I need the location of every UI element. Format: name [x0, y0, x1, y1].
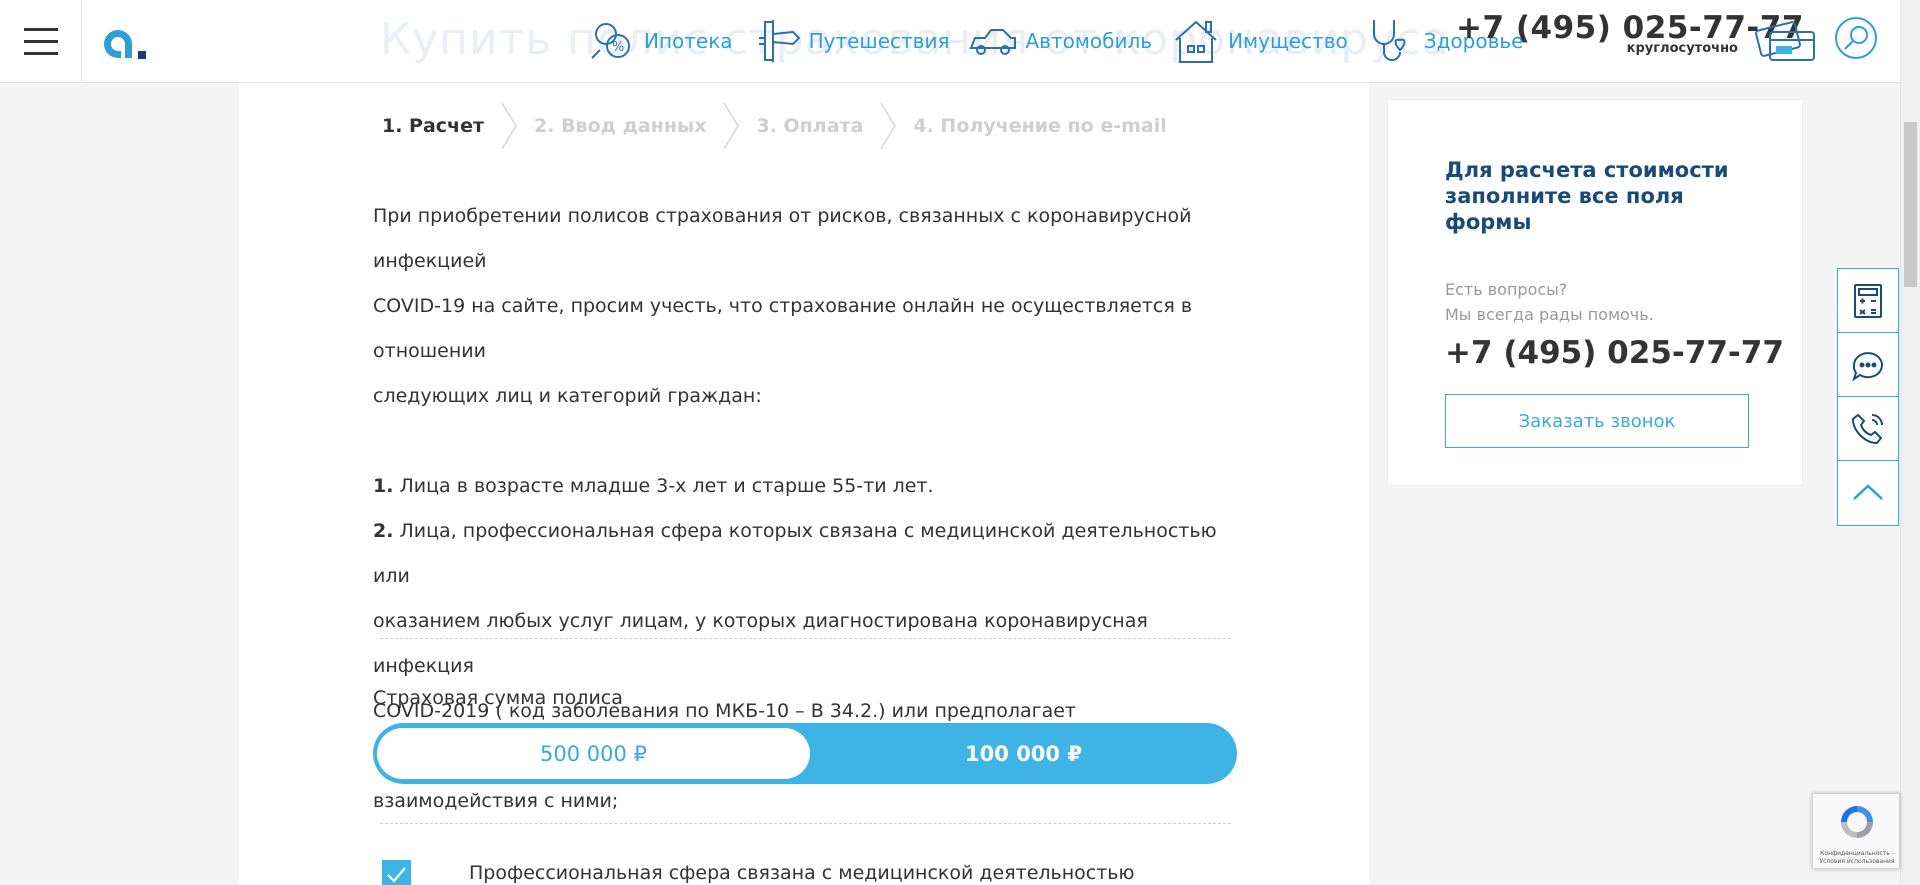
notice-line: COVID-19 на сайте, просим учесть, что ст… [373, 295, 1193, 362]
item-number: 2. [373, 520, 394, 542]
site-header: Купить полис страхования от коронавируса… [0, 0, 1900, 83]
sum-option-500000[interactable]: 500 000 ₽ [377, 728, 810, 779]
side-phone[interactable]: +7 (495) 025-77-77 [1445, 335, 1784, 371]
insurance-sum-label: Страховая сумма полиса [373, 687, 623, 709]
chat-button[interactable] [1838, 333, 1898, 397]
side-help-card: Для расчета стоимости заполните все поля… [1387, 99, 1803, 486]
step-chevron-icon [723, 102, 740, 150]
notice-gap [373, 419, 1243, 464]
item-number: 1. [373, 475, 394, 497]
nav-label: Имущество [1228, 29, 1348, 53]
insurance-sum-toggle: 500 000 ₽ 100 000 ₽ [373, 723, 1237, 784]
medical-sphere-checkbox[interactable] [382, 860, 411, 885]
burger-line [23, 51, 58, 55]
nav-label: Автомобиль [1025, 29, 1153, 53]
item-text: Лица, профессиональная сфера которых свя… [373, 520, 1217, 587]
question-line: Есть вопросы? [1445, 280, 1568, 299]
stethoscope-icon [1372, 20, 1406, 61]
checkout-steps: 1. Расчет 2. Ввод данных 3. Оплата 4. По… [382, 101, 1167, 151]
logo-icon[interactable] [100, 16, 154, 66]
nav-item-mortgage[interactable]: % Ипотека [586, 16, 733, 66]
checkmark-icon [387, 867, 406, 883]
house-icon [1175, 20, 1217, 63]
step-chevron-icon [501, 102, 517, 150]
svg-text:%: % [612, 40, 624, 55]
search-icon[interactable] [1834, 16, 1878, 60]
airplane-icon [758, 20, 800, 62]
notice-item-2: 2. Лица, профессиональная сфера которых … [373, 509, 1243, 599]
nav-item-property[interactable]: Имущество [1170, 16, 1348, 66]
top-nav: % Ипотека Путешествия Автомобиль Имущест… [586, 8, 1541, 74]
step-data-entry[interactable]: 2. Ввод данных [534, 115, 706, 137]
menu-burger-button[interactable] [0, 0, 82, 82]
calculation-card: 1. Расчет 2. Ввод данных 3. Оплата 4. По… [239, 83, 1369, 885]
medical-sphere-label[interactable]: Профессиональная сфера связана с медицин… [469, 862, 1135, 884]
notice-line: оказанием любых услуг лицам, у которых д… [373, 610, 1148, 677]
mortgage-percent-icon: % [591, 23, 630, 59]
nav-item-travel[interactable]: Путешествия [751, 16, 950, 66]
step-payment[interactable]: 3. Оплата [756, 115, 863, 137]
notice-line: При приобретении полисов страхования от … [373, 205, 1192, 272]
calculator-button[interactable] [1838, 269, 1898, 333]
floating-toolbar [1837, 268, 1899, 526]
scrollbar-thumb[interactable] [1904, 122, 1917, 287]
nav-label: Ипотека [644, 29, 733, 53]
recaptcha-terms[interactable]: Конфиденциальность - Условия использован… [1815, 850, 1899, 866]
step-chevron-icon [880, 102, 897, 150]
chat-icon [1852, 351, 1883, 381]
side-card-title: Для расчета стоимости заполните все поля… [1445, 158, 1729, 234]
nav-label: Путешествия [808, 29, 950, 53]
page-scrollbar[interactable] [1900, 0, 1920, 885]
nav-item-car[interactable]: Автомобиль [967, 16, 1152, 66]
burger-line [23, 27, 58, 31]
scroll-top-button[interactable] [1838, 461, 1898, 525]
notice-line: взаимодействия с ними; [373, 790, 619, 812]
header-phone-block: +7 (495) 025-77-77 круглосуточно [1456, 10, 1803, 56]
sum-option-100000[interactable]: 100 000 ₽ [810, 723, 1237, 784]
dashed-divider [380, 823, 1231, 824]
question-line: Мы всегда рады помочь. [1445, 305, 1654, 324]
side-questions-text: Есть вопросы? Мы всегда рады помочь. [1445, 277, 1654, 327]
item-text: Лица в возрасте младше 3-х лет и старше … [393, 475, 934, 497]
arrow-up-icon [1853, 484, 1883, 500]
step-calculation[interactable]: 1. Расчет [382, 115, 484, 137]
car-icon [970, 29, 1017, 55]
phone-icon [1851, 413, 1883, 444]
payment-card-icon[interactable] [1754, 16, 1818, 66]
dashed-divider [380, 638, 1231, 639]
notice-line: следующих лиц и категорий граждан: [373, 385, 762, 407]
calculator-icon [1854, 283, 1882, 318]
notice-item-1: 1. Лица в возрасте младше 3-х лет и стар… [373, 464, 1243, 509]
burger-line [23, 39, 58, 43]
step-email-delivery[interactable]: 4. Получение по e-mail [913, 115, 1166, 137]
recaptcha-badge[interactable]: Конфиденциальность - Условия использован… [1812, 793, 1900, 869]
order-callback-button[interactable]: Заказать звонок [1445, 394, 1749, 448]
recaptcha-icon [1841, 806, 1873, 838]
call-button[interactable] [1838, 397, 1898, 461]
